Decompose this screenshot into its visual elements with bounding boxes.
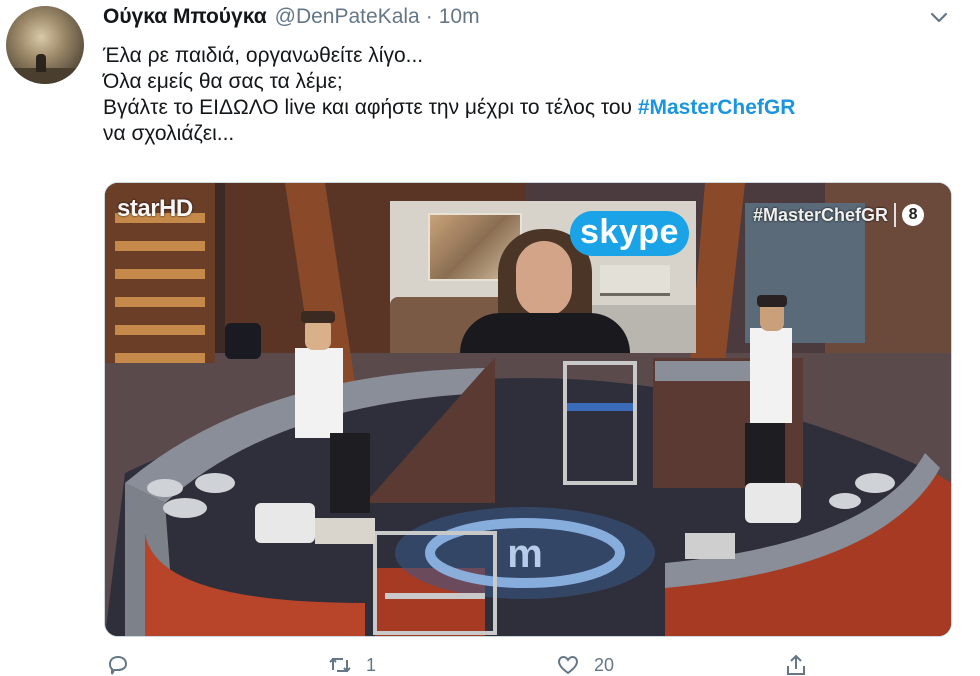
tweet-line-2: Όλα εμείς θα σας τα λέμε; [103,70,343,93]
share-icon [787,654,805,675]
hashtag-overlay: #MasterChefGR 8 [753,203,925,227]
rating-badge: 8 [902,204,925,226]
avatar[interactable] [6,6,84,84]
tweet-line-3-text: Βγάλτε το ΕΙΔΩΛΟ live και αφήστε την μέχ… [103,96,632,119]
tweet-line-1: Έλα ρε παιδιά, οργανωθείτε λίγο... [103,44,424,67]
tweet-text: Έλα ρε παιδιά, οργανωθείτε λίγο... Όλα ε… [103,43,795,147]
heart-icon [557,655,579,675]
hashtag-link[interactable]: #MasterChefGR [638,96,796,119]
retweet-button[interactable]: 1 [328,654,376,676]
panel-woman-face [516,241,572,317]
chevron-down-icon[interactable] [929,11,949,25]
reply-icon [108,655,128,675]
svg-text:m: m [507,532,543,576]
hashtag-overlay-text: #MasterChefGR [753,204,889,225]
like-button[interactable]: 20 [556,654,614,676]
separator-dot: · [425,5,433,28]
author-name[interactable]: Ούγκα Μπούγκα [103,5,267,29]
panel-woman-body [460,313,630,353]
author-handle[interactable]: @DenPateKala [275,5,420,29]
share-button[interactable] [784,654,808,676]
retweet-icon [329,657,351,673]
skype-logo: skype [570,211,689,256]
tweet-line-3: Βγάλτε το ΕΙΔΩΛΟ live και αφήστε την μέχ… [103,95,795,121]
tweet-time[interactable]: 10m [439,5,480,29]
reply-button[interactable] [106,654,130,676]
overlay-divider [894,203,897,227]
avatar-figure [36,54,46,72]
retweet-count: 1 [366,654,377,675]
skype-video-panel: skype [390,201,696,353]
channel-logo: starHD [117,195,193,222]
tweet-media-image[interactable]: m skype starHD #MasterChefGR 8 [104,182,952,637]
tweet-line-4: να σχολιάζει... [103,122,235,145]
tweet-actions: 1 20 [106,654,926,676]
panel-shelf [600,265,670,296]
like-count: 20 [594,654,615,675]
tweet-header: Ούγκα Μπούγκα @DenPateKala · 10m [103,5,480,29]
